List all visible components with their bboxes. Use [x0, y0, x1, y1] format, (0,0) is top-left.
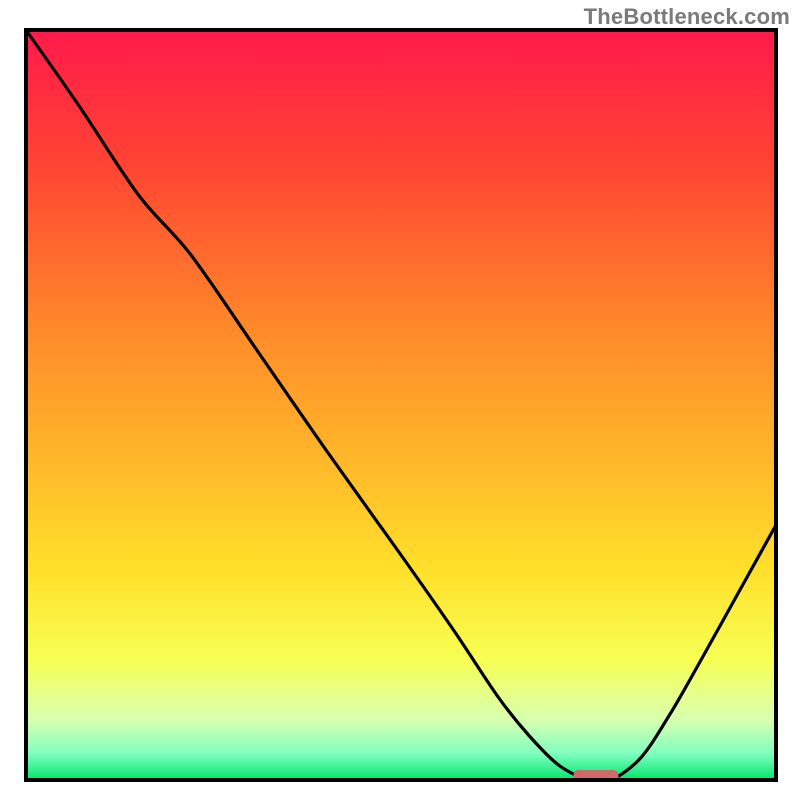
bottleneck-chart: [0, 0, 800, 800]
chart-container: TheBottleneck.com: [0, 0, 800, 800]
attribution-label: TheBottleneck.com: [584, 4, 790, 30]
chart-background: [26, 30, 776, 780]
